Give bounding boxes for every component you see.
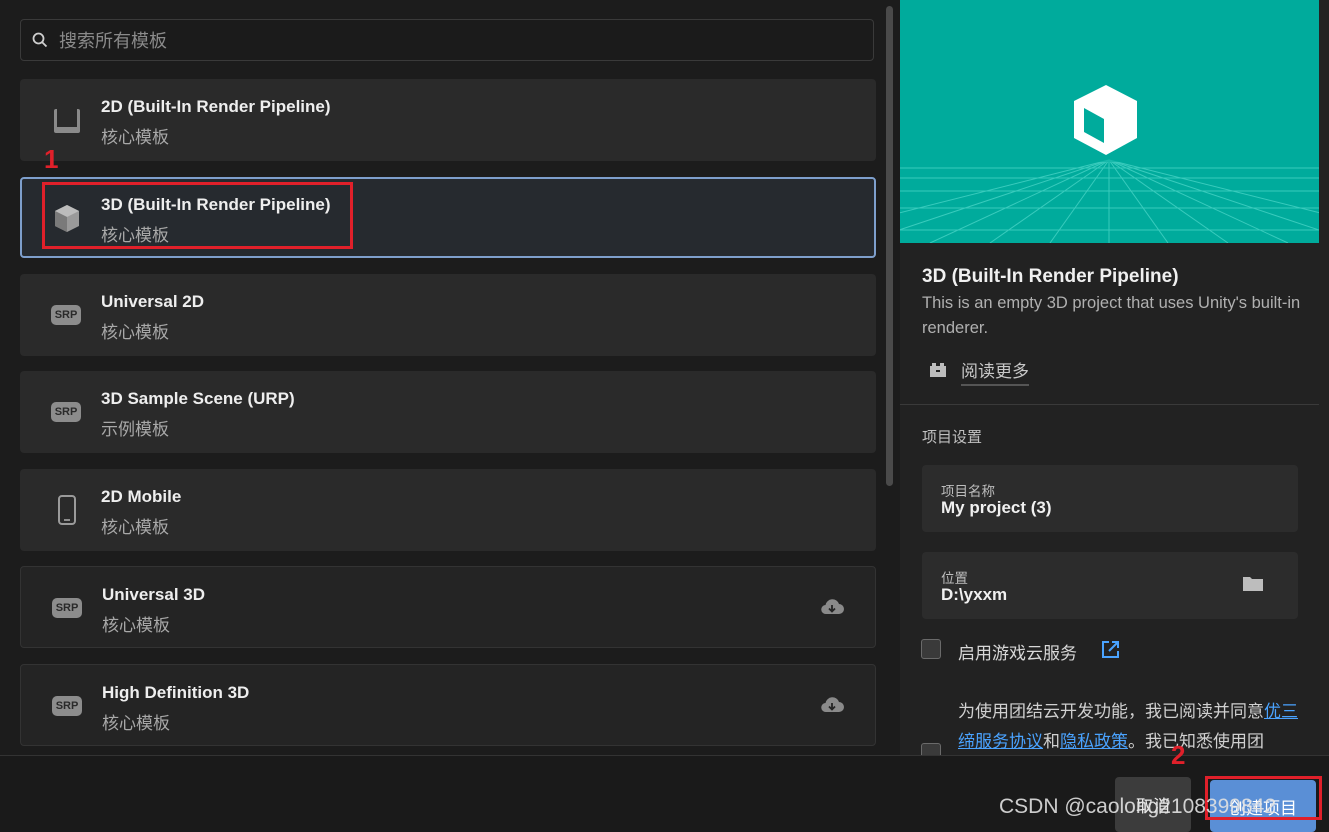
agreement-suffix: 。我已知悉使用团: [1128, 732, 1264, 751]
template-card-hd-3d[interactable]: SRP High Definition 3D 核心模板: [20, 664, 876, 746]
agreement-mid: 和: [1043, 732, 1060, 751]
cloud-download-icon[interactable]: [819, 597, 845, 617]
list-scrollbar[interactable]: [886, 6, 893, 486]
srp-icon: SRP: [50, 395, 84, 429]
template-subtitle: 核心模板: [101, 323, 169, 342]
section-divider: [900, 404, 1319, 405]
template-detail-panel: 3D (Built-In Render Pipeline) This is an…: [900, 0, 1329, 755]
location-field[interactable]: 位置 D:\yxxm: [922, 552, 1298, 619]
agreement-prefix: 为使用团结云开发功能，我已阅读并同意: [958, 702, 1264, 721]
read-more-label: 阅读更多: [961, 357, 1029, 386]
template-list-panel: 2D (Built-In Render Pipeline) 核心模板 3D (B…: [0, 0, 900, 755]
template-subtitle: 核心模板: [102, 616, 170, 635]
annotation-box-1: [42, 182, 353, 249]
cloud-service-checkbox[interactable]: [921, 639, 941, 659]
agreement-checkbox[interactable]: [921, 743, 941, 755]
project-settings-heading: 项目设置: [922, 429, 983, 446]
template-subtitle: 核心模板: [101, 128, 169, 147]
search-bar[interactable]: [20, 19, 874, 62]
template-title: 2D (Built-In Render Pipeline): [101, 97, 331, 116]
mobile-icon: [58, 495, 76, 525]
annotation-number-1: 1: [44, 144, 59, 174]
csdn-watermark: CSDN @caolong2108399842: [999, 795, 1277, 818]
agreement-text: 为使用团结云开发功能，我已阅读并同意优三缔服务协议和隐私政策。我已知悉使用团: [958, 697, 1298, 755]
srp-icon: SRP: [51, 591, 85, 625]
grid-floor-illustration: [900, 85, 1319, 243]
template-card-universal-2d[interactable]: SRP Universal 2D 核心模板: [20, 274, 876, 356]
template-title: Universal 3D: [102, 585, 205, 604]
template-preview-image: [900, 0, 1319, 243]
template-subtitle: 核心模板: [101, 518, 169, 537]
srp-icon: SRP: [50, 298, 84, 332]
cloud-service-label: 启用游戏云服务: [958, 644, 1077, 663]
folder-icon[interactable]: [1242, 574, 1264, 592]
template-subtitle: 示例模板: [101, 420, 169, 439]
detail-title: 3D (Built-In Render Pipeline): [922, 266, 1179, 287]
project-name-field[interactable]: 项目名称 My project (3): [922, 465, 1298, 532]
location-label: 位置: [941, 571, 968, 586]
template-card-2d-builtin[interactable]: 2D (Built-In Render Pipeline) 核心模板: [20, 79, 876, 161]
square-2d-icon: [54, 109, 80, 133]
template-title: 2D Mobile: [101, 487, 182, 506]
template-title: 3D Sample Scene (URP): [101, 389, 295, 408]
privacy-policy-link[interactable]: 隐私政策: [1060, 732, 1128, 751]
template-subtitle: 核心模板: [102, 714, 170, 733]
annotation-number-2: 2: [1171, 740, 1186, 770]
project-name-value[interactable]: My project (3): [941, 498, 1052, 518]
location-value[interactable]: D:\yxxm: [941, 585, 1007, 605]
template-card-2d-mobile[interactable]: 2D Mobile 核心模板: [20, 469, 876, 551]
search-icon: [32, 32, 48, 48]
detail-description: This is an empty 3D project that uses Un…: [922, 294, 1301, 337]
package-icon: [930, 363, 946, 377]
external-link-icon[interactable]: [1101, 640, 1120, 659]
template-card-universal-3d[interactable]: SRP Universal 3D 核心模板: [20, 566, 876, 648]
search-input[interactable]: [57, 20, 861, 62]
template-title: Universal 2D: [101, 292, 204, 311]
template-card-3d-sample-urp[interactable]: SRP 3D Sample Scene (URP) 示例模板: [20, 371, 876, 453]
srp-icon: SRP: [51, 689, 85, 723]
template-title: High Definition 3D: [102, 683, 250, 702]
project-name-label: 项目名称: [941, 484, 995, 499]
cloud-download-icon[interactable]: [819, 695, 845, 715]
